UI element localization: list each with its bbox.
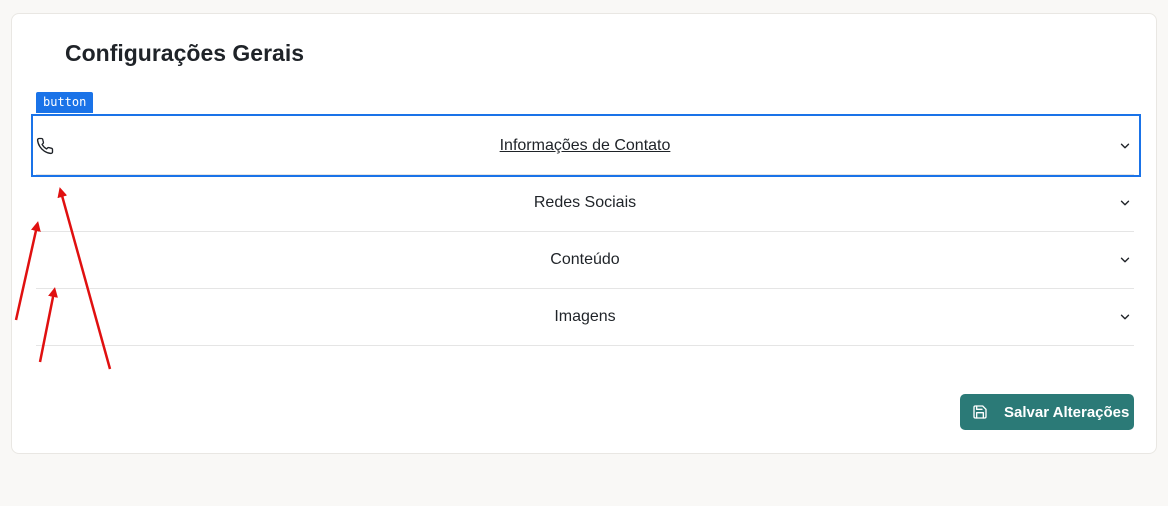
element-highlight-tag: button (36, 92, 94, 113)
chevron-down-icon (1118, 196, 1132, 210)
accordion-item-label: Redes Sociais (533, 194, 637, 211)
settings-accordion: Informações de Contato Redes Sociais Con… (31, 114, 1141, 346)
accordion-item-contact[interactable]: Informações de Contato (31, 114, 1141, 177)
accordion-item-label: Imagens (554, 308, 616, 325)
accordion-item-label: Informações de Contato (499, 136, 671, 154)
save-changes-button[interactable]: Salvar Alterações (960, 394, 1134, 430)
accordion-item-images[interactable]: Imagens (36, 289, 1134, 346)
accordion-item-label: Conteúdo (550, 251, 620, 268)
accordion-item-content[interactable]: Conteúdo (36, 232, 1134, 289)
chevron-down-icon (1118, 310, 1132, 324)
save-icon (972, 404, 988, 420)
page-title: Configurações Gerais (65, 40, 305, 66)
save-button-label: Salvar Alterações (1004, 403, 1130, 421)
chevron-down-icon (1118, 139, 1132, 153)
accordion-item-social[interactable]: Redes Sociais (36, 175, 1134, 232)
chevron-down-icon (1118, 253, 1132, 267)
